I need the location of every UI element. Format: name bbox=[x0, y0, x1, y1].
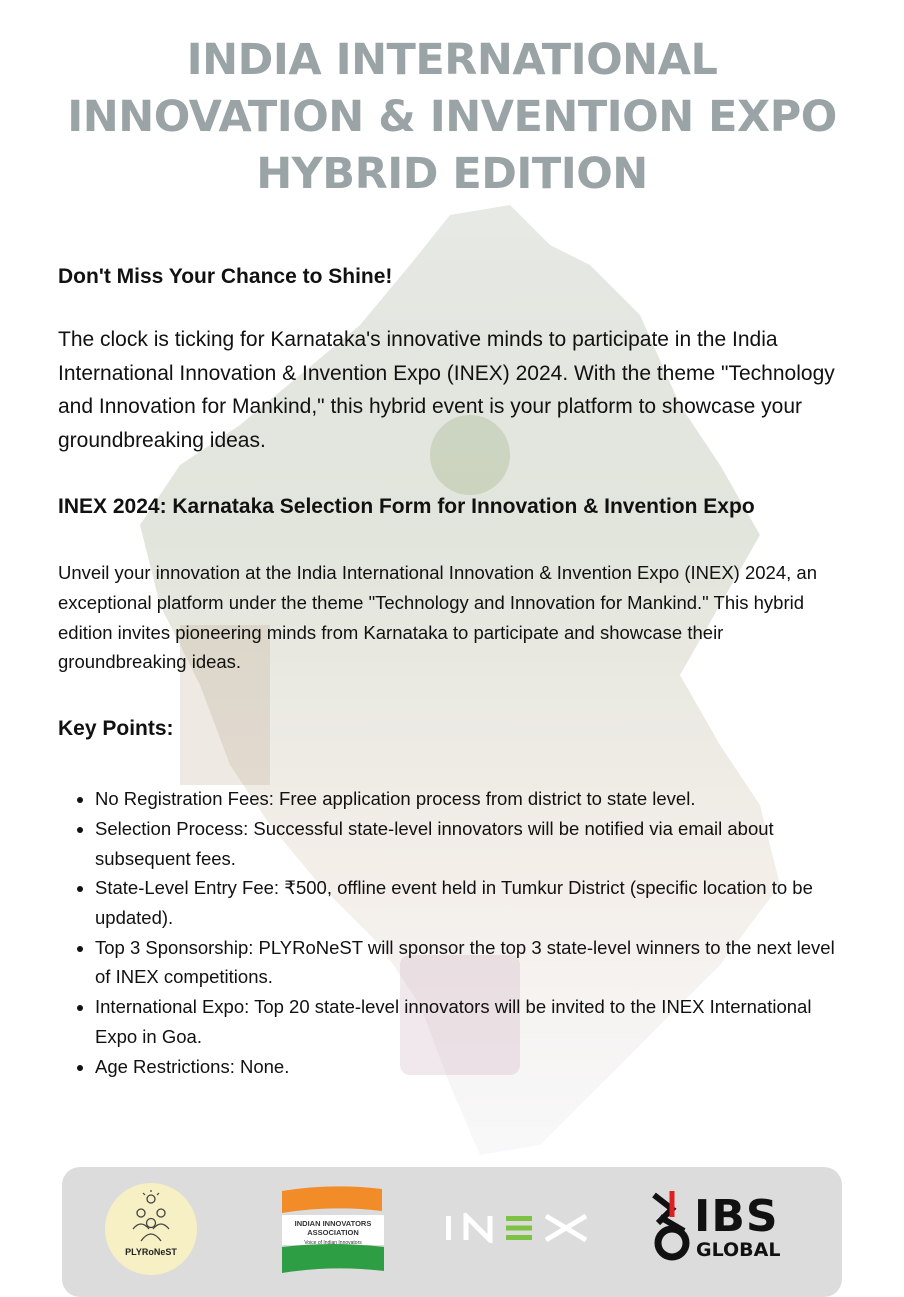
form-section-heading: INEX 2024: Karnataka Selection Form for … bbox=[58, 495, 755, 518]
intro-heading: Don't Miss Your Chance to Shine! bbox=[58, 265, 393, 288]
title-line-1: INDIA INTERNATIONAL bbox=[186, 35, 718, 85]
iia-line-2: ASSOCIATION bbox=[307, 1228, 359, 1237]
key-points-list: No Registration Fees: Free application p… bbox=[58, 784, 848, 1081]
plyronest-logo: PLYRoNeST bbox=[105, 1183, 197, 1275]
sponsor-logos-bar: PLYRoNeST INDIAN INNOVATORS ASSOCIATION … bbox=[62, 1167, 842, 1297]
iia-text: INDIAN INNOVATORS ASSOCIATION Voice of I… bbox=[282, 1219, 384, 1248]
indian-innovators-association-logo: INDIAN INNOVATORS ASSOCIATION Voice of I… bbox=[282, 1185, 384, 1273]
plyronest-label: PLYRoNeST bbox=[125, 1247, 177, 1257]
people-idea-icon bbox=[132, 1190, 170, 1242]
ibs-global-logo: IBS GLOBAL bbox=[650, 1187, 795, 1269]
iia-line-3: Voice of Indian Innovators bbox=[304, 1240, 362, 1246]
list-item: State-Level Entry Fee: ₹500, offline eve… bbox=[95, 873, 848, 932]
ibs-emblem-icon bbox=[652, 1191, 690, 1261]
main-content: Don't Miss Your Chance to Shine! The clo… bbox=[58, 262, 848, 1081]
page-title: INDIA INTERNATIONAL INNOVATION & INVENTI… bbox=[0, 32, 904, 203]
intro-paragraph: The clock is ticking for Karnataka's inn… bbox=[58, 328, 835, 452]
title-line-3: HYBRID EDITION bbox=[256, 149, 648, 199]
title-line-2: INNOVATION & INVENTION EXPO bbox=[67, 92, 837, 142]
iia-line-1: INDIAN INNOVATORS bbox=[294, 1219, 372, 1228]
key-points-heading: Key Points: bbox=[58, 717, 174, 741]
list-item: Selection Process: Successful state-leve… bbox=[95, 814, 848, 873]
ibs-sub: GLOBAL bbox=[696, 1239, 781, 1261]
form-section-paragraph: Unveil your innovation at the India Inte… bbox=[58, 562, 817, 673]
inex-logo bbox=[446, 1209, 591, 1247]
list-item: Age Restrictions: None. bbox=[95, 1052, 848, 1082]
list-item: No Registration Fees: Free application p… bbox=[95, 784, 848, 814]
inex-wordmark-icon bbox=[446, 1209, 588, 1247]
list-item: Top 3 Sponsorship: PLYRoNeST will sponso… bbox=[95, 933, 848, 992]
list-item: International Expo: Top 20 state-level i… bbox=[95, 992, 848, 1051]
ibs-name: IBS bbox=[694, 1191, 779, 1242]
